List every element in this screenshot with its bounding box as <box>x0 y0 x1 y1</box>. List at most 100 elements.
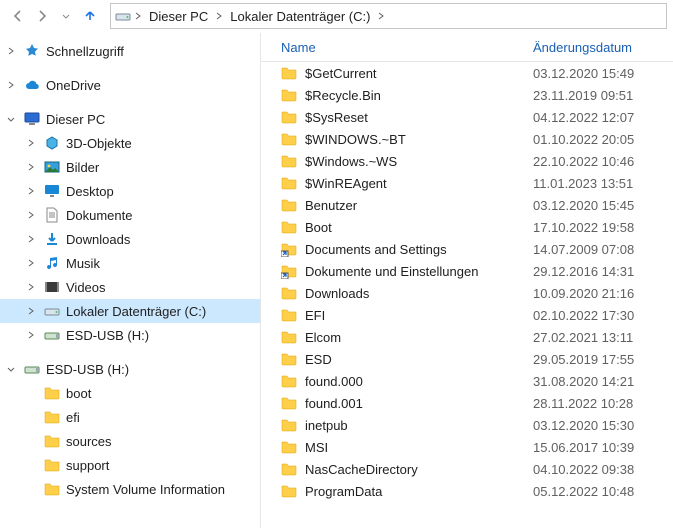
collapse-toggle[interactable] <box>4 364 18 374</box>
file-name: Benutzer <box>305 198 357 213</box>
file-date: 05.12.2022 10:48 <box>533 484 673 499</box>
expand-toggle[interactable] <box>24 210 38 220</box>
file-row[interactable]: Benutzer03.12.2020 15:45 <box>261 194 673 216</box>
expand-toggle[interactable] <box>24 162 38 172</box>
file-name: NasCacheDirectory <box>305 462 418 477</box>
file-row[interactable]: $WinREAgent 11.01.2023 13:51 <box>261 172 673 194</box>
tree-item-folder[interactable]: System Volume Information <box>0 477 260 501</box>
file-row[interactable]: $GetCurrent03.12.2020 15:49 <box>261 62 673 84</box>
expand-toggle[interactable] <box>4 46 18 56</box>
tree-item-desktop[interactable]: Desktop <box>0 179 260 203</box>
file-row[interactable]: Documents and Settings14.07.2009 07:08 <box>261 238 673 260</box>
tree-label: Videos <box>66 280 106 295</box>
file-row[interactable]: inetpub03.12.2020 15:30 <box>261 414 673 436</box>
file-date: 22.10.2022 10:46 <box>533 154 673 169</box>
file-row[interactable]: EFI02.10.2022 17:30 <box>261 304 673 326</box>
column-header-name[interactable]: Name <box>261 40 533 55</box>
file-date: 31.08.2020 14:21 <box>533 374 673 389</box>
tree-label: Musik <box>66 256 100 271</box>
file-row[interactable]: $Windows.~WS22.10.2022 10:46 <box>261 150 673 172</box>
file-row[interactable]: $SysReset04.12.2022 12:07 <box>261 106 673 128</box>
expand-toggle[interactable] <box>24 330 38 340</box>
tree-item-folder[interactable]: support <box>0 453 260 477</box>
file-date: 04.10.2022 09:38 <box>533 462 673 477</box>
file-row[interactable]: MSI15.06.2017 10:39 <box>261 436 673 458</box>
file-row[interactable]: Elcom27.02.2021 13:11 <box>261 326 673 348</box>
tree-usb-drive[interactable]: ESD-USB (H:) <box>0 357 260 381</box>
drive-c-icon <box>44 303 60 319</box>
downloads-icon <box>44 231 60 247</box>
file-row[interactable]: $WINDOWS.~BT 01.10.2022 20:05 <box>261 128 673 150</box>
tree-this-pc[interactable]: Dieser PC <box>0 107 260 131</box>
file-row[interactable]: $Recycle.Bin23.11.2019 09:51 <box>261 84 673 106</box>
folder-icon <box>44 457 60 473</box>
address-bar[interactable]: Dieser PC Lokaler Datenträger (C:) <box>110 3 667 29</box>
documents-icon <box>44 207 60 223</box>
recent-dropdown[interactable] <box>54 4 78 28</box>
file-name: $WINDOWS.~BT <box>305 132 406 147</box>
back-button[interactable] <box>6 4 30 28</box>
tree-label: efi <box>66 410 80 425</box>
chevron-right-icon[interactable] <box>133 11 143 21</box>
file-date: 10.09.2020 21:16 <box>533 286 673 301</box>
forward-button[interactable] <box>30 4 54 28</box>
tree-onedrive[interactable]: OneDrive <box>0 73 260 97</box>
nav-toolbar: Dieser PC Lokaler Datenträger (C:) <box>0 0 673 33</box>
file-row[interactable]: Boot17.10.2022 19:58 <box>261 216 673 238</box>
folder-icon <box>281 417 297 433</box>
file-row[interactable]: found.00128.11.2022 10:28 <box>261 392 673 414</box>
folder-icon <box>281 131 297 147</box>
tree-item-folder[interactable]: boot <box>0 381 260 405</box>
file-name: ProgramData <box>305 484 382 499</box>
folder-icon <box>281 373 297 389</box>
up-button[interactable] <box>78 4 102 28</box>
expand-toggle[interactable] <box>24 282 38 292</box>
breadcrumb-thispc[interactable]: Dieser PC <box>145 8 212 25</box>
file-name: $WinREAgent <box>305 176 387 191</box>
expand-toggle[interactable] <box>24 186 38 196</box>
tree-item-folder[interactable]: sources <box>0 429 260 453</box>
tree-quick-access[interactable]: Schnellzugriff <box>0 39 260 63</box>
tree-item-music[interactable]: Musik <box>0 251 260 275</box>
file-date: 01.10.2022 20:05 <box>533 132 673 147</box>
tree-item-downloads[interactable]: Downloads <box>0 227 260 251</box>
collapse-toggle[interactable] <box>4 114 18 124</box>
folder-icon <box>281 109 297 125</box>
videos-icon <box>44 279 60 295</box>
expand-toggle[interactable] <box>24 306 38 316</box>
tree-label: 3D-Objekte <box>66 136 132 151</box>
tree-label: Desktop <box>66 184 114 199</box>
file-row[interactable]: found.00031.08.2020 14:21 <box>261 370 673 392</box>
file-row[interactable]: Dokumente und Einstellungen29.12.2016 14… <box>261 260 673 282</box>
tree-item-folder[interactable]: efi <box>0 405 260 429</box>
file-date: 15.06.2017 10:39 <box>533 440 673 455</box>
expand-toggle[interactable] <box>24 138 38 148</box>
file-date: 11.01.2023 13:51 <box>533 176 673 191</box>
file-rows[interactable]: $GetCurrent03.12.2020 15:49$Recycle.Bin2… <box>261 62 673 528</box>
chevron-right-icon[interactable] <box>214 11 224 21</box>
tree-item-documents[interactable]: Dokumente <box>0 203 260 227</box>
expand-toggle[interactable] <box>24 234 38 244</box>
file-row[interactable]: ESD29.05.2019 17:55 <box>261 348 673 370</box>
file-row[interactable]: NasCacheDirectory 04.10.2022 09:38 <box>261 458 673 480</box>
expand-toggle[interactable] <box>24 258 38 268</box>
monitor-icon <box>24 111 40 127</box>
pictures-icon <box>44 159 60 175</box>
expand-toggle[interactable] <box>4 80 18 90</box>
column-header-date[interactable]: Änderungsdatum <box>533 40 673 55</box>
file-row[interactable]: Downloads10.09.2020 21:16 <box>261 282 673 304</box>
usb-drive-icon <box>24 361 40 377</box>
nav-tree[interactable]: Schnellzugriff OneDrive Dieser PC 3D-Obj… <box>0 33 260 528</box>
chevron-right-icon[interactable] <box>376 11 386 21</box>
breadcrumb-label: Dieser PC <box>149 9 208 24</box>
tree-item-3d[interactable]: 3D-Objekte <box>0 131 260 155</box>
file-row[interactable]: ProgramData 05.12.2022 10:48 <box>261 480 673 502</box>
tree-item-videos[interactable]: Videos <box>0 275 260 299</box>
folder-icon <box>44 385 60 401</box>
tree-item-drive-h[interactable]: ESD-USB (H:) <box>0 323 260 347</box>
folder-icon <box>281 483 297 499</box>
breadcrumb-drive-c[interactable]: Lokaler Datenträger (C:) <box>226 8 374 25</box>
tree-item-drive-c[interactable]: Lokaler Datenträger (C:) <box>0 299 260 323</box>
tree-item-pictures[interactable]: Bilder <box>0 155 260 179</box>
tree-label: Dieser PC <box>46 112 105 127</box>
